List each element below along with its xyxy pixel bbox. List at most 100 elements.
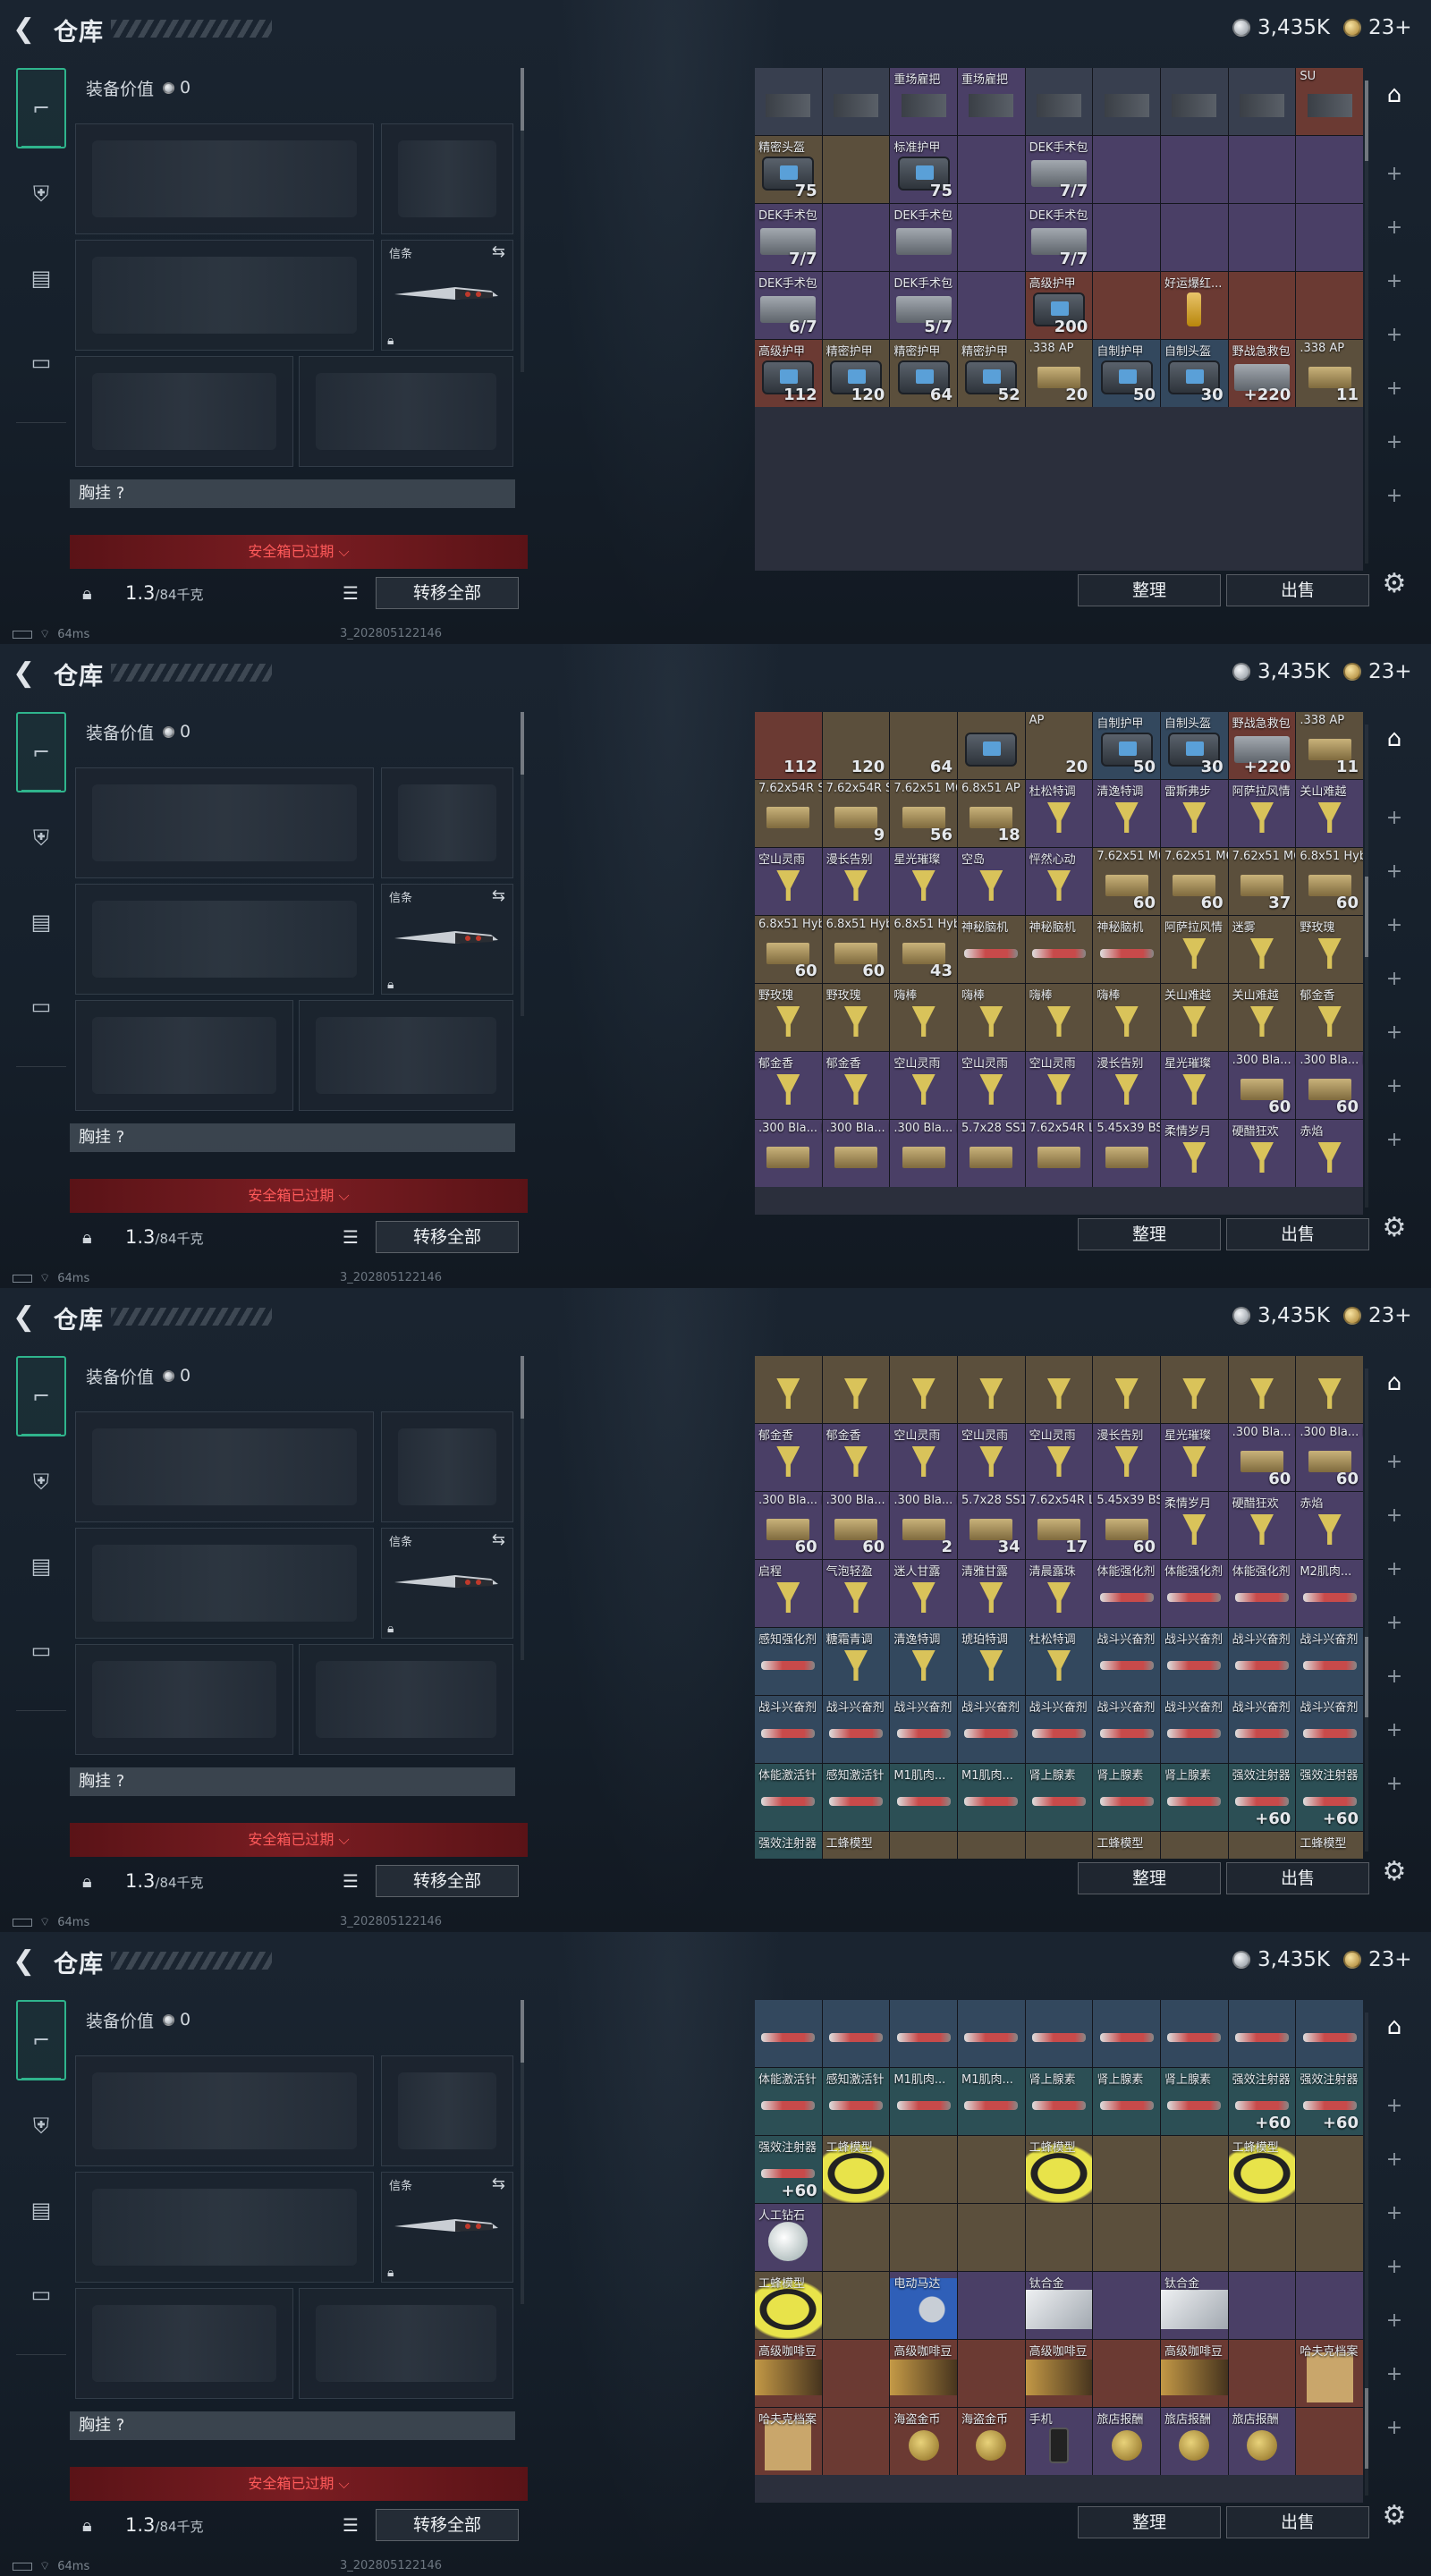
stash-item[interactable] (957, 2272, 1025, 2339)
stash-item[interactable]: 自制头盔 30 (1160, 340, 1228, 407)
stash-item[interactable]: M1肌肉... (890, 1764, 957, 1831)
stash-scrollbar[interactable] (1365, 1368, 1368, 1852)
stash-item[interactable] (1093, 204, 1160, 271)
add-stash-button[interactable]: + (1377, 2361, 1411, 2388)
stash-item[interactable]: 体能强化剂 (1093, 1560, 1160, 1627)
stash-item[interactable]: 战斗兴奋剂 (957, 1696, 1025, 1763)
stash-item[interactable]: 空山灵雨 (890, 1052, 957, 1119)
stash-item[interactable]: 漫长告别 (1093, 1424, 1160, 1491)
tab-armor[interactable]: ⛨ (16, 1442, 66, 1522)
stash-item[interactable]: 哈夫克档案 (1296, 2340, 1363, 2407)
safe-box-expired-bar[interactable]: 安全箱已过期 ⌵ (70, 2467, 528, 2501)
stash-item[interactable]: 工蜂模型 (1093, 1832, 1160, 1859)
gear-icon[interactable]: ⚙ (1377, 2499, 1411, 2533)
stash-item[interactable]: 工蜂模型 (755, 2272, 822, 2339)
stash-item[interactable]: 清逸特调 (1093, 780, 1160, 847)
stash-item[interactable]: 强效注射器 +60 (1228, 2068, 1296, 2135)
stash-item[interactable]: .338 AP 11 (1296, 712, 1363, 779)
stash-item[interactable]: 郁金香 (1296, 984, 1363, 1051)
stash-item[interactable]: 重场雇把 (890, 68, 957, 135)
equipment-scrollbar[interactable] (521, 1356, 524, 1660)
stash-item[interactable] (755, 68, 822, 135)
stash-item[interactable]: 精密护甲 52 (957, 340, 1025, 407)
add-stash-button[interactable]: + (1377, 966, 1411, 993)
safe-box-expired-bar[interactable]: 安全箱已过期 ⌵ (70, 535, 528, 569)
stash-item[interactable] (1296, 2136, 1363, 2203)
stash-item[interactable] (890, 1832, 957, 1859)
stash-item[interactable] (890, 1356, 957, 1423)
silver-currency[interactable]: 3,435K (1232, 14, 1330, 41)
stash-item[interactable]: 电动马达 (890, 2272, 957, 2339)
stash-item[interactable]: 战斗兴奋剂 (755, 1696, 822, 1763)
stash-item[interactable]: 体能激活针 (755, 2068, 822, 2135)
stash-item[interactable]: 高级咖啡豆 (1160, 2340, 1228, 2407)
stash-item[interactable] (1296, 2408, 1363, 2475)
stash-item[interactable]: 6.8x51 Hybrid 60 (755, 916, 822, 983)
stash-item[interactable]: 清逸特调 (890, 1628, 957, 1695)
stash-item[interactable]: 手机 (1025, 2408, 1093, 2475)
chest-rig-row[interactable]: 胸挂 ? (70, 2411, 515, 2440)
stash-item[interactable]: .300 Bla... BCP FMJ (755, 1120, 822, 1187)
stash-item[interactable]: 钛合金 (1160, 2272, 1228, 2339)
stash-item[interactable]: 重场雇把 (957, 68, 1025, 135)
back-arrow-icon[interactable]: ❮ (13, 658, 43, 689)
scrollbar-thumb[interactable] (521, 68, 524, 131)
tab-backpack[interactable]: ▤ (16, 882, 66, 962)
gold-currency[interactable]: 23+ (1343, 658, 1412, 685)
stash-item[interactable] (957, 1356, 1025, 1423)
stash-item[interactable]: 工蜂模型 (1228, 2136, 1296, 2203)
stash-item[interactable]: 5.7x28 SS190 (957, 1120, 1025, 1187)
gold-currency[interactable]: 23+ (1343, 1302, 1412, 1329)
equipment-scrollbar[interactable] (521, 712, 524, 1016)
stash-item[interactable]: DEK手术包 7/7 (755, 204, 822, 271)
stash-item[interactable]: 杜松特调 (1025, 1628, 1093, 1695)
stash-item[interactable]: 标准护甲 75 (890, 136, 957, 203)
chest-rig-row[interactable]: 胸挂 ? (70, 479, 515, 508)
stash-item[interactable] (1296, 136, 1363, 203)
stash-item[interactable]: 启程 (755, 1560, 822, 1627)
add-stash-button[interactable]: + (1377, 1556, 1411, 1583)
stash-item[interactable]: 5.45x39 BS (1093, 1120, 1160, 1187)
stash-item[interactable] (755, 2000, 822, 2067)
stash-item[interactable]: 肾上腺素 (1160, 2068, 1228, 2135)
stash-item[interactable]: DEK手术包 (890, 204, 957, 271)
stash-item[interactable]: 星光璀璨 (1160, 1052, 1228, 1119)
stash-item[interactable]: 战斗兴奋剂 (1160, 1696, 1228, 1763)
stash-item[interactable]: 郁金香 (822, 1052, 890, 1119)
stash-item[interactable]: 自制护甲 50 (1093, 712, 1160, 779)
stash-item[interactable]: M2肌肉... (1296, 1560, 1363, 1627)
silver-currency[interactable]: 3,435K (1232, 1946, 1330, 1973)
scrollbar-thumb[interactable] (1365, 1637, 1368, 1717)
stash-item[interactable] (1296, 2204, 1363, 2271)
stash-scrollbar[interactable] (1365, 724, 1368, 1208)
stash-item[interactable] (822, 272, 890, 339)
secondary-weapon-slot[interactable] (75, 1528, 374, 1639)
silver-currency[interactable]: 3,435K (1232, 658, 1330, 685)
stash-item[interactable] (1228, 272, 1296, 339)
stash-item[interactable]: 柔情岁月 (1160, 1492, 1228, 1559)
tab-backpack[interactable]: ▤ (16, 1526, 66, 1606)
stash-item[interactable]: 野战急救包 +220 (1228, 340, 1296, 407)
primary-weapon-slot[interactable] (75, 767, 374, 878)
stash-item[interactable]: 高级咖啡豆 (890, 2340, 957, 2407)
add-stash-button[interactable]: + (1377, 429, 1411, 456)
stash-item[interactable]: 7.62x54R SNB 9 (822, 780, 890, 847)
scrollbar-thumb[interactable] (521, 2000, 524, 2063)
stash-item[interactable]: 野玫瑰 (755, 984, 822, 1051)
add-stash-button[interactable]: + (1377, 1503, 1411, 1530)
stash-item[interactable]: 赤焰 (1296, 1120, 1363, 1187)
stash-item[interactable]: .300 Bla... BCP FMJ 60 (1296, 1052, 1363, 1119)
stash-item[interactable] (1160, 1832, 1228, 1859)
stash-item[interactable]: .300 Bla... BCP FMJ 2 (890, 1492, 957, 1559)
stash-item[interactable]: 漫长告别 (1093, 1052, 1160, 1119)
stash-item[interactable] (1160, 1356, 1228, 1423)
stash-item[interactable]: 7.62x51 M62 60 (1160, 848, 1228, 915)
add-stash-button[interactable]: + (1377, 859, 1411, 886)
stash-item[interactable]: 体能激活针 (755, 1764, 822, 1831)
stash-item[interactable]: 体能强化剂 (1160, 1560, 1228, 1627)
swap-icon[interactable]: ⇆ (492, 1530, 505, 1549)
stash-item[interactable]: .300 Bla... BCP FMJ 60 (1228, 1424, 1296, 1491)
stash-item[interactable]: 7.62x54R LPS 17 (1025, 1492, 1093, 1559)
equipment-scrollbar[interactable] (521, 68, 524, 372)
stash-item[interactable] (1025, 2204, 1093, 2271)
